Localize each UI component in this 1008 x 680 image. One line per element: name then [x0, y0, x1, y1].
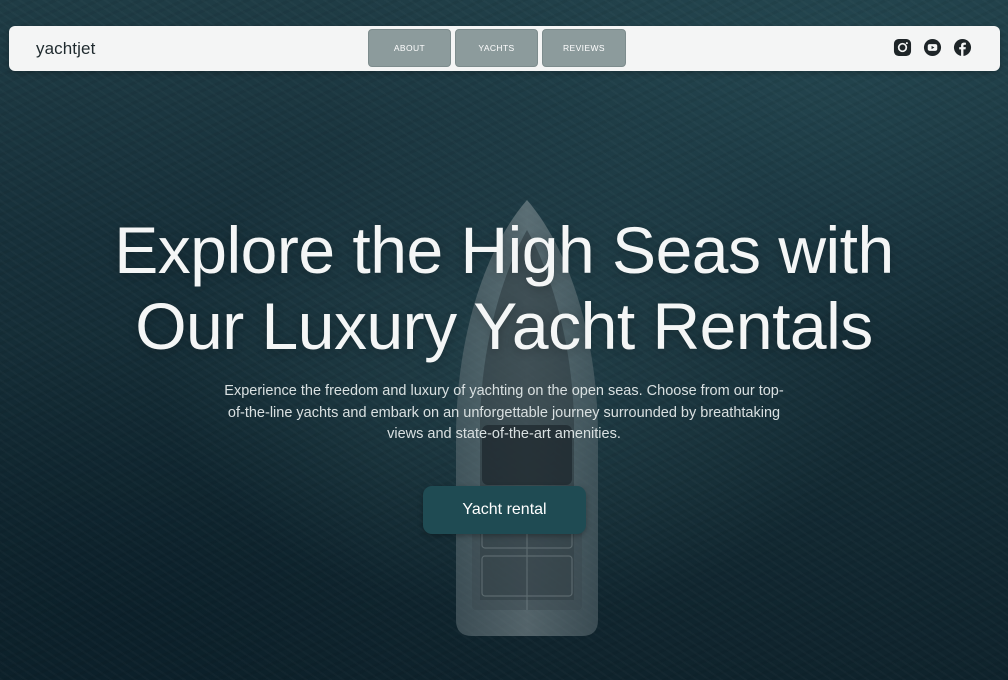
navbar: yachtjet ABOUT YACHTS REVIEWS: [9, 26, 1000, 71]
nav-reviews-button[interactable]: REVIEWS: [542, 29, 626, 67]
youtube-icon[interactable]: [923, 38, 942, 57]
page: yachtjet ABOUT YACHTS REVIEWS Explore th…: [0, 0, 1008, 680]
instagram-icon[interactable]: [893, 38, 912, 57]
facebook-icon[interactable]: [953, 38, 972, 57]
nav-about-button[interactable]: ABOUT: [368, 29, 451, 67]
logo[interactable]: yachtjet: [36, 39, 95, 59]
hero-subtitle: Experience the freedom and luxury of yac…: [224, 383, 784, 442]
nav-links: ABOUT YACHTS REVIEWS: [368, 29, 626, 67]
social-links: [893, 38, 972, 57]
yacht-rental-button[interactable]: Yacht rental: [423, 486, 586, 534]
nav-yachts-button[interactable]: YACHTS: [455, 29, 538, 67]
hero-title-line-1: Explore the High Seas with: [114, 213, 894, 287]
hero-title: Explore the High Seas with Our Luxury Ya…: [0, 212, 1008, 364]
hero-title-line-2: Our Luxury Yacht Rentals: [135, 289, 873, 363]
